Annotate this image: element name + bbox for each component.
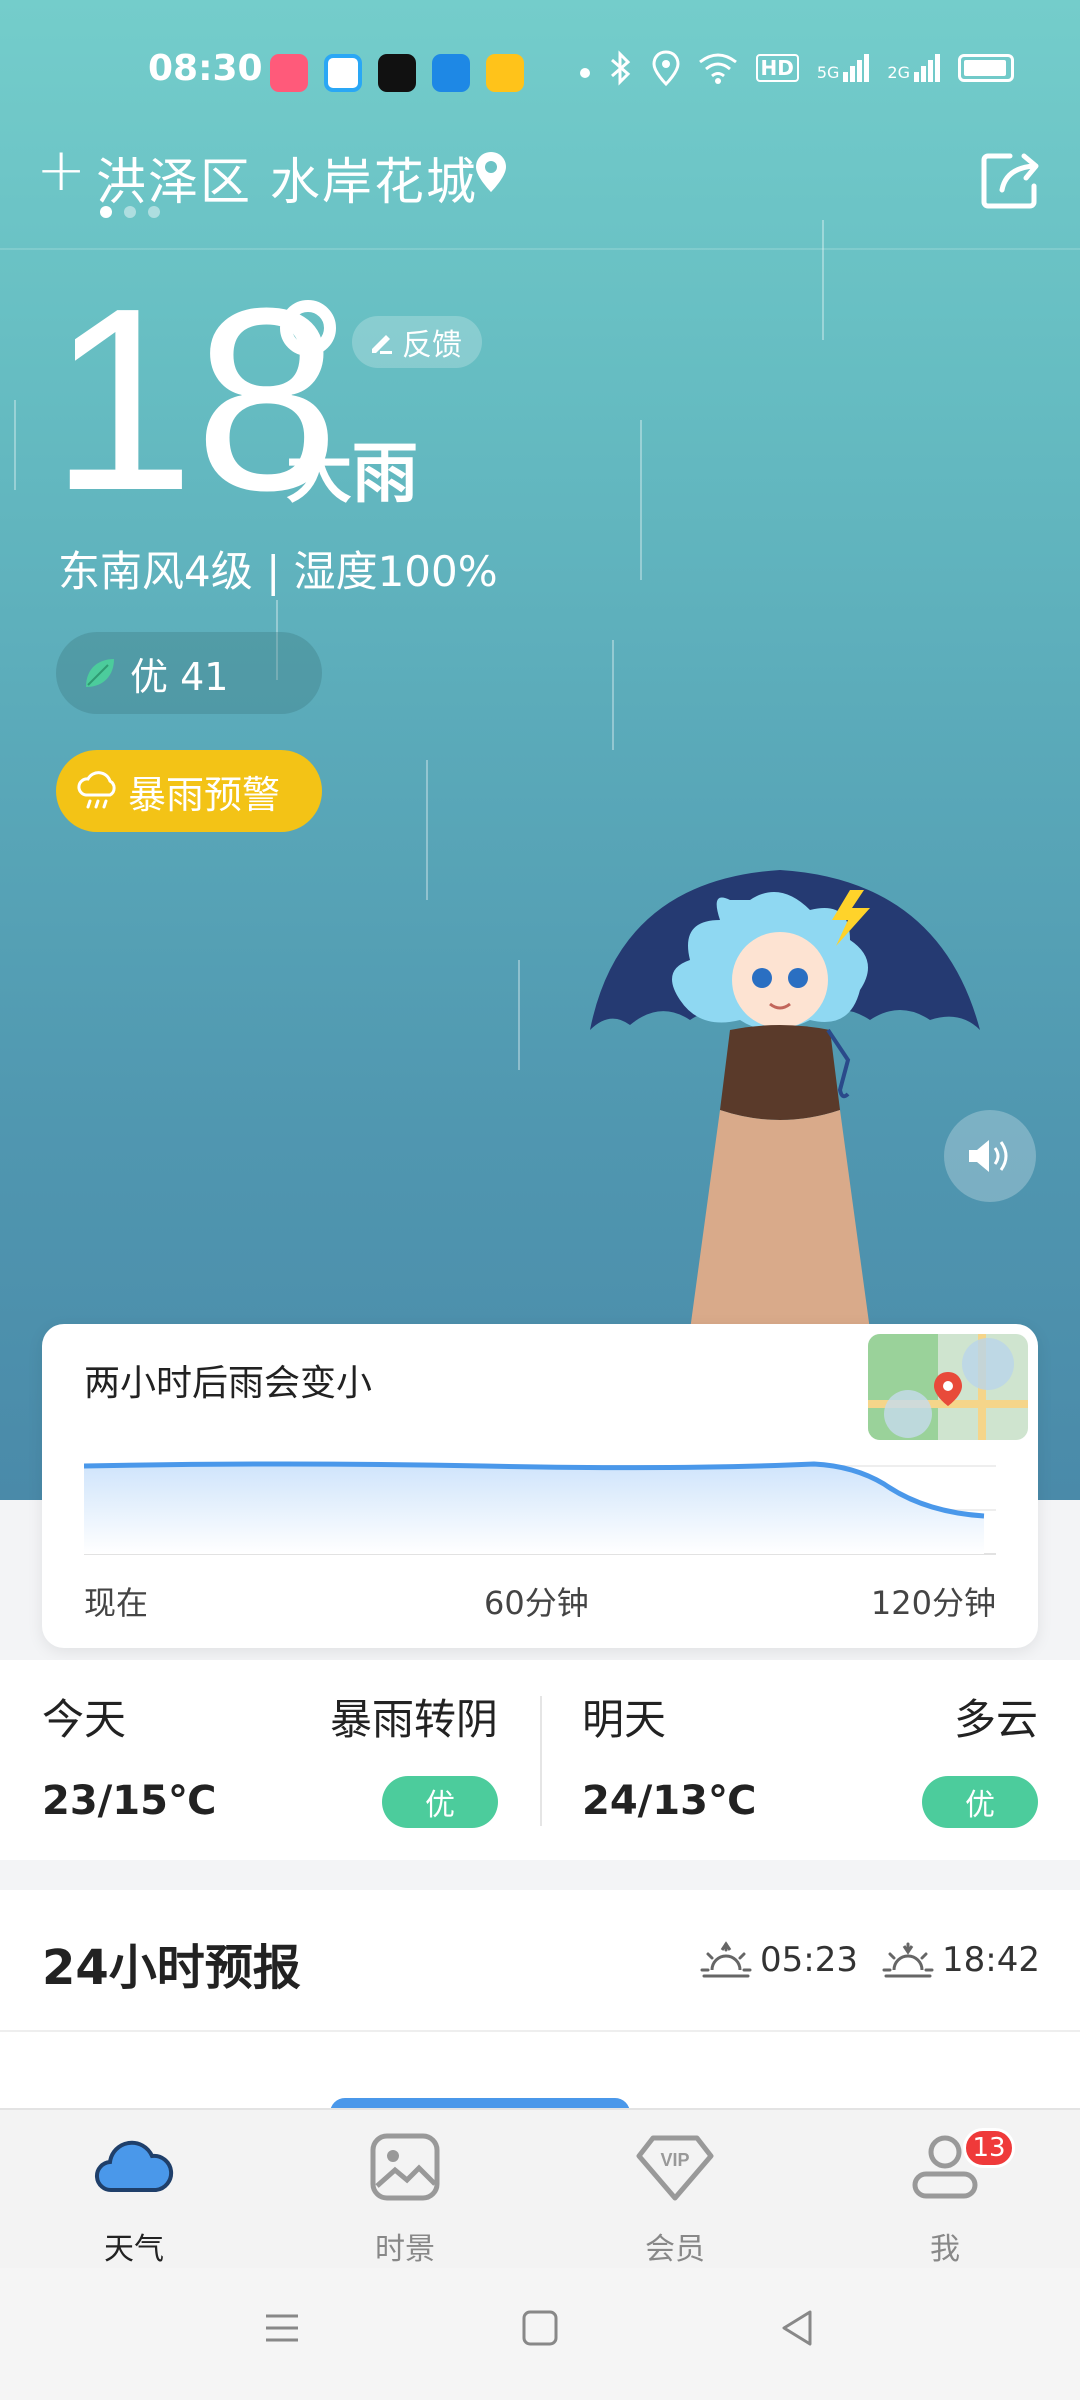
home-icon[interactable]: [520, 2308, 560, 2348]
degree-symbol: [280, 300, 336, 356]
tab-label: 时景: [375, 2232, 435, 2267]
sunrise-time: 05:23: [760, 1940, 858, 1980]
hourly-forecast-section: 24小时预报 05:23 18:42: [0, 1890, 1080, 2128]
rain-axis-start: 现在: [84, 1584, 149, 1622]
tab-label: 天气: [104, 2232, 164, 2267]
vip-icon: VIP: [636, 2135, 714, 2201]
back-icon[interactable]: [778, 2308, 818, 2348]
status-indicators: HD 5G 2G: [608, 50, 1014, 86]
feedback-button[interactable]: 反馈: [352, 316, 482, 368]
aqi-label: 优 41: [130, 654, 229, 699]
svg-text:VIP: VIP: [660, 2150, 689, 2170]
forecast-temperature: 23/15℃: [42, 1778, 217, 1824]
rain-streak: [518, 960, 520, 1070]
tab-me[interactable]: 13 我: [845, 2128, 1045, 2267]
browser-icon: [432, 54, 470, 92]
page-dot: [148, 206, 160, 218]
bluetooth-icon: [610, 50, 630, 86]
speaker-icon: [969, 1140, 1008, 1172]
rain-forecast-title: 两小时后雨会变小: [84, 1363, 373, 1404]
status-time: 08:30: [148, 48, 263, 89]
feedback-label: 反馈: [402, 328, 462, 363]
page-indicator: [100, 206, 160, 218]
rain-streak: [14, 400, 16, 490]
forecast-condition: 多云: [953, 1695, 1038, 1744]
system-navigation-bar: [0, 2268, 1080, 2400]
bottom-tab-bar: 天气 时景 VIP 会员 13 我: [0, 2108, 1080, 2268]
forecast-temperature: 24/13℃: [582, 1778, 757, 1824]
rain-streak: [612, 640, 614, 750]
location-pin-icon: [476, 152, 506, 192]
aqi-badge: 优: [382, 1776, 498, 1828]
tab-scenes[interactable]: 时景: [305, 2128, 505, 2267]
weibo-icon: [486, 54, 524, 92]
rain-cloud-icon: [77, 771, 116, 809]
signal-5g-icon: 5G: [817, 54, 870, 82]
add-city-button[interactable]: +: [36, 140, 86, 200]
voice-broadcast-button[interactable]: [944, 1110, 1036, 1202]
sunrise-icon: [700, 1941, 752, 1978]
forecast-day-label: 今天: [42, 1695, 127, 1744]
sunrise: 05:23: [700, 1940, 858, 1980]
wind-humidity: 东南风4级 | 湿度100%: [58, 547, 498, 596]
pencil-icon: [372, 335, 392, 354]
sunset-time: 18:42: [942, 1940, 1040, 1980]
daily-forecast-summary: 今天 暴雨转阴 23/15℃ 优 明天 多云 24/13℃ 优: [0, 1660, 1080, 1860]
location-header: + 洪泽区 水岸花城: [0, 120, 1080, 250]
aqi-badge: 优: [922, 1776, 1038, 1828]
battery-icon: [958, 54, 1014, 82]
rain-map-thumbnail[interactable]: [868, 1334, 1028, 1440]
location-name[interactable]: 洪泽区 水岸花城: [96, 142, 478, 214]
weather-character-illustration: [590, 870, 980, 1330]
share-icon[interactable]: [980, 150, 1042, 210]
menu-icon[interactable]: [262, 2308, 302, 2348]
page-dot: [124, 206, 136, 218]
aqi-button[interactable]: 优 41: [56, 632, 322, 714]
rainstorm-warning-button[interactable]: 暴雨预警: [56, 750, 322, 832]
location-icon: [651, 50, 680, 86]
divider: [0, 2030, 1080, 2032]
status-bar: 08:30 HD 5G 2G: [0, 40, 1080, 104]
app-icon-1: [270, 54, 308, 92]
rain-axis-mid: 60分钟: [484, 1584, 589, 1622]
forecast-day-label: 明天: [582, 1695, 667, 1744]
rain-forecast-card[interactable]: 两小时后雨会变小 现在 60分钟 120分钟: [42, 1324, 1038, 1648]
rain-streak: [426, 760, 428, 900]
tab-label: 我: [930, 2232, 960, 2267]
hd-icon: HD: [755, 54, 799, 82]
leaf-icon: [86, 659, 114, 687]
tiktok-icon: [378, 54, 416, 92]
warning-label: 暴雨预警: [128, 772, 281, 817]
rain-axis-end: 120分钟: [870, 1584, 996, 1622]
sunset-icon: [882, 1942, 934, 1978]
hourly-forecast-title: 24小时预报: [42, 1940, 301, 1996]
youku-icon: [324, 54, 362, 92]
sunset: 18:42: [882, 1940, 1040, 1980]
image-icon: [370, 2133, 440, 2201]
forecast-today[interactable]: 今天 暴雨转阴 23/15℃ 优: [0, 1660, 540, 1860]
notification-badge: 13: [963, 2128, 1015, 2168]
wifi-icon: [698, 53, 737, 84]
rain-streak: [640, 420, 642, 580]
forecast-tomorrow[interactable]: 明天 多云 24/13℃ 优: [540, 1660, 1080, 1860]
page-dot: [100, 206, 112, 218]
signal-2g-icon: 2G: [887, 54, 940, 82]
forecast-condition: 暴雨转阴: [329, 1695, 498, 1744]
tab-weather[interactable]: 天气: [34, 2128, 234, 2267]
more-dot-icon: [580, 68, 590, 78]
cloud-icon: [94, 2140, 174, 2193]
tab-label: 会员: [645, 2232, 705, 2267]
tab-vip[interactable]: VIP 会员: [575, 2128, 775, 2267]
precipitation-chart: [84, 1461, 996, 1555]
notification-app-icons: [270, 54, 590, 92]
precipitation-area: [84, 1464, 984, 1554]
weather-condition: 大雨: [286, 435, 418, 512]
